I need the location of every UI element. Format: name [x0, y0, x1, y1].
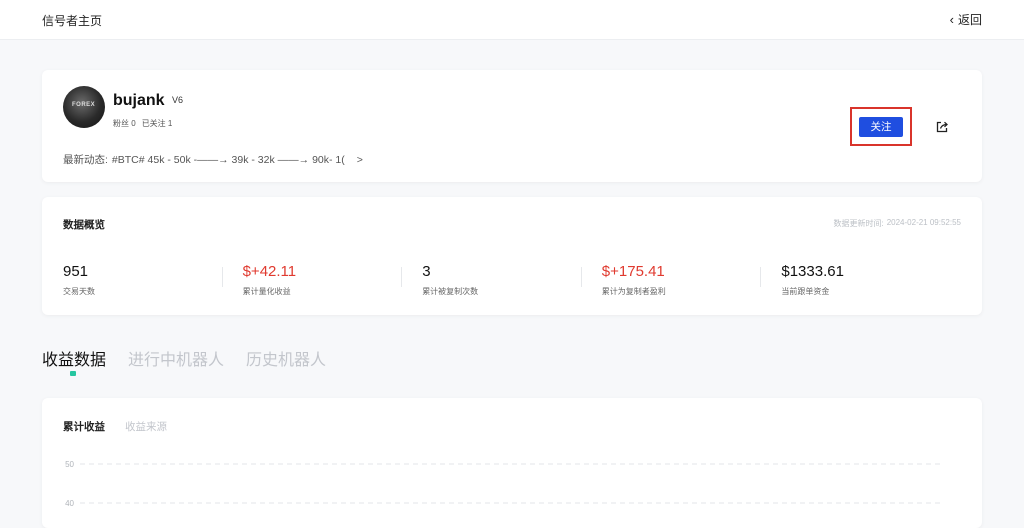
stat-value: $+42.11: [242, 263, 297, 280]
stat-label: 当前跟单资金: [781, 287, 830, 296]
stat-label: 交易天数: [63, 287, 95, 296]
stat-label: 累计被复制次数: [422, 287, 479, 296]
stat-value: $1333.61: [781, 263, 844, 280]
profile-card: FOREX bujank V6 粉丝 0 已关注 1 最新动态: #BTC# 4…: [42, 70, 982, 182]
news-more-icon[interactable]: >: [357, 154, 363, 166]
follow-highlight-box: 关注: [850, 107, 912, 146]
chart-card: 累计收益 收益来源 50 40: [42, 398, 982, 528]
level-badge: V6: [172, 95, 184, 105]
share-icon[interactable]: [935, 120, 949, 134]
profit-chart: 50 40: [65, 460, 942, 508]
main-tabs: 收益数据 进行中机器人 历史机器人: [42, 346, 326, 376]
page-title: 信号者主页: [42, 14, 103, 28]
tab-history-bots[interactable]: 历史机器人: [246, 346, 326, 370]
back-label: 返回: [957, 13, 982, 27]
fans-stat: 粉丝 0: [113, 119, 136, 128]
stat-label: 累计为复制者盈利: [601, 287, 666, 296]
news-label: 最新动态:: [63, 154, 108, 166]
stat-copied-count: 3 累计被复制次数: [401, 263, 602, 297]
follow-button[interactable]: 关注: [859, 116, 903, 137]
stat-value: 3: [422, 263, 431, 280]
overview-card: 数据概览 数据更新时间: 2024-02-21 09:52:55 951 交易天数…: [42, 197, 982, 315]
update-time: 数据更新时间: 2024-02-21 09:52:55: [833, 218, 961, 228]
tab-running-bots[interactable]: 进行中机器人: [128, 346, 224, 370]
y-tick-label: 40: [65, 499, 74, 508]
stat-copier-profit: $+175.41 累计为复制者盈利: [580, 263, 782, 297]
stat-copy-funds: $1333.61 当前跟单资金: [760, 263, 961, 297]
chevron-left-icon: ‹: [949, 11, 954, 27]
back-button[interactable]: ‹ 返回: [950, 11, 982, 28]
top-bar: 信号者主页 ‹ 返回: [0, 0, 1024, 40]
avatar-text: FOREX: [72, 102, 96, 108]
stats-row: 951 交易天数 $+42.11 累计量化收益 3 累计被复制次数 $+175.…: [63, 263, 961, 297]
news-text: #BTC# 45k - 50k -——→ 39k - 32k ——→ 90k- …: [111, 153, 345, 166]
stat-value: $+175.41: [601, 263, 665, 280]
username: bujank: [113, 92, 165, 109]
latest-news[interactable]: 最新动态: #BTC# 45k - 50k -——→ 39k - 32k ——→…: [63, 152, 363, 167]
follow-stats: 粉丝 0 已关注 1: [113, 118, 172, 129]
stat-quant-profit: $+42.11 累计量化收益: [221, 263, 423, 297]
stat-value: 951: [63, 263, 89, 280]
tab-earnings-data[interactable]: 收益数据: [42, 346, 106, 376]
avatar[interactable]: FOREX: [63, 86, 105, 128]
overview-title: 数据概览: [63, 219, 105, 231]
y-tick-label: 50: [65, 460, 74, 469]
following-stat: 已关注 1: [141, 119, 173, 128]
stat-trading-days: 951 交易天数: [63, 263, 243, 297]
stat-label: 累计量化收益: [242, 287, 291, 296]
